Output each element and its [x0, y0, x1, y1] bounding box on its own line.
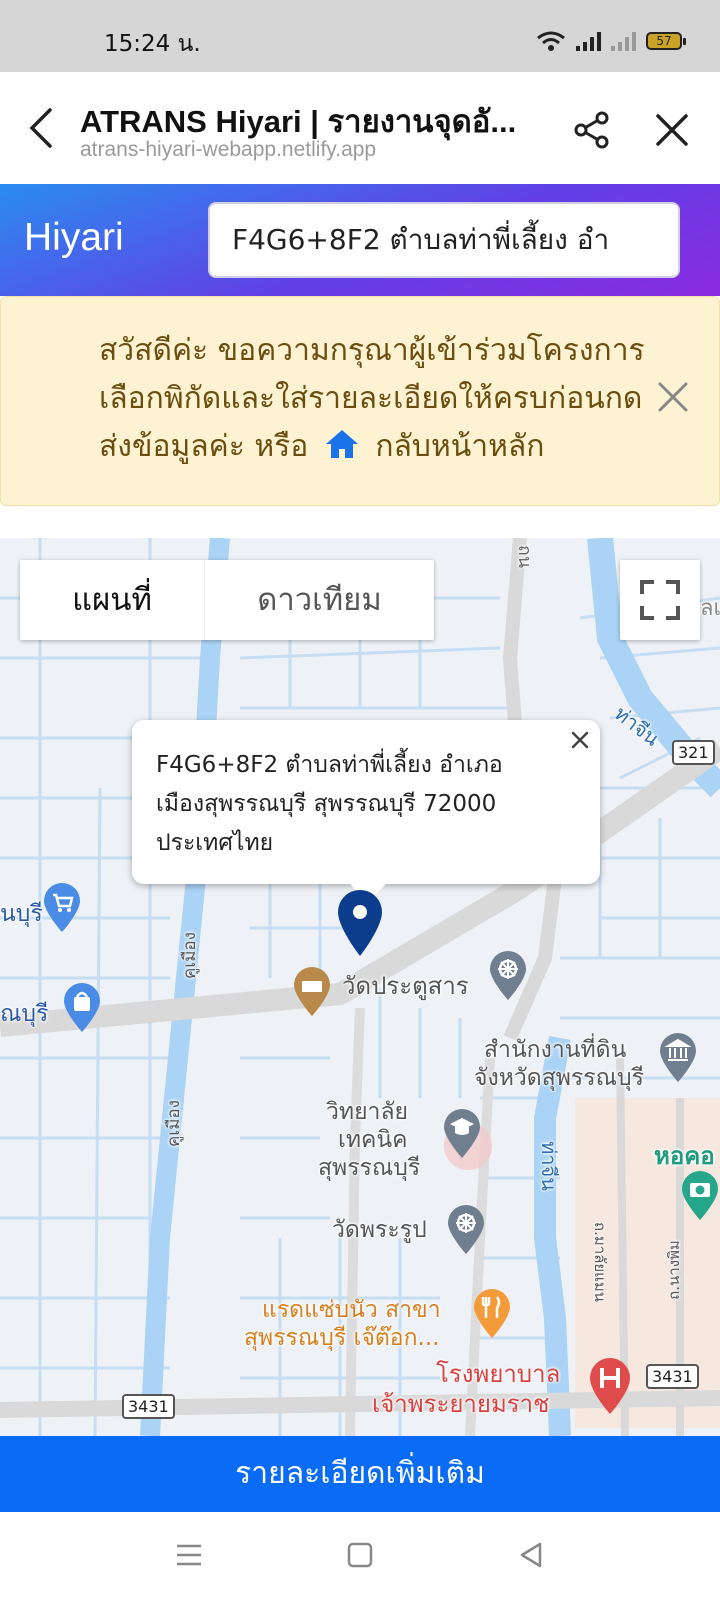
alert-message: สวัสดีค่ะ ขอความกรุณาผู้เข้าร่วมโครงการ …	[99, 327, 659, 471]
restaurant-pin-icon[interactable]	[472, 1288, 512, 1340]
map-label-khu-mueang-1: คูเมือง	[179, 932, 200, 979]
map-label-khu-mueang-2: คูเมือง	[163, 1100, 184, 1147]
info-window-close-icon[interactable]	[568, 728, 592, 752]
map-label-wat-pratu-san[interactable]: วัดประตูสาร	[342, 966, 469, 1005]
school-pin-icon[interactable]	[438, 1102, 498, 1172]
info-alert: สวัสดีค่ะ ขอความกรุณาผู้เข้าร่วมโครงการ …	[0, 296, 720, 506]
system-nav-bar	[0, 1512, 720, 1600]
map-label-wat-phra-rup[interactable]: วัดพระรูป	[332, 1212, 427, 1248]
alert-line-1: สวัสดีค่ะ ขอความกรุณาผู้เข้าร่วมโครงการ	[99, 333, 645, 368]
info-line-1: F4G6+8F2 ตำบลท่าพี่เลี้ยง อำเภอ	[156, 752, 503, 778]
wifi-icon	[537, 31, 565, 51]
shopping-cart-pin-icon[interactable]	[42, 882, 82, 934]
map-label-restaurant-2[interactable]: สุพรรณบุรี เจ๊ต๊อก...	[244, 1320, 439, 1356]
map-view[interactable]: แผนที่ ดาวเทียม ถน ลเ ท่าจีน ท่าจีน คูเม…	[0, 538, 720, 1436]
back-icon[interactable]	[22, 106, 62, 150]
share-icon[interactable]	[572, 110, 612, 150]
map-label-road-top: ถน	[514, 544, 536, 569]
menu-icon[interactable]	[172, 1538, 206, 1572]
map-label-tech-college-3[interactable]: สุพรรณบุรี	[318, 1150, 420, 1186]
fullscreen-icon[interactable]	[620, 560, 700, 640]
shopping-bag-pin-icon[interactable]	[62, 982, 102, 1034]
route-3431-shield-left: 3431	[122, 1394, 175, 1419]
map-label-street-1: ถ.มาลัยแมน	[590, 1222, 609, 1302]
temple-pin-icon-2[interactable]	[446, 1204, 486, 1256]
map-label-street-2: ถ.นางพิม	[664, 1240, 683, 1300]
battery-icon: 57	[646, 32, 686, 50]
map-type-control: แผนที่ ดาวเทียม	[20, 560, 434, 640]
camera-pin-icon[interactable]	[680, 1170, 720, 1222]
search-input[interactable]: F4G6+8F2 ตำบลท่าพี่เลี้ยง อำ	[208, 202, 680, 278]
map-type-satellite-button[interactable]: ดาวเทียม	[204, 560, 434, 640]
status-time: 15:24 น.	[104, 31, 201, 57]
more-details-button[interactable]: รายละเอียดเพิ่มเติม	[0, 1436, 720, 1512]
home-square-icon[interactable]	[343, 1538, 377, 1572]
hospital-pin-icon[interactable]	[588, 1356, 632, 1416]
hotel-pin-icon[interactable]	[292, 966, 332, 1018]
info-window-address: F4G6+8F2 ตำบลท่าพี่เลี้ยง อำเภอ เมืองสุพ…	[156, 746, 576, 863]
back-triangle-icon[interactable]	[514, 1538, 548, 1572]
map-info-window: F4G6+8F2 ตำบลท่าพี่เลี้ยง อำเภอ เมืองสุพ…	[132, 720, 600, 902]
status-icons: 57	[536, 30, 686, 52]
browser-toolbar: ATRANS Hiyari | รายงานจุดอั... atrans-hi…	[0, 72, 720, 184]
status-bar: 15:24 น. 57	[0, 0, 720, 72]
home-icon[interactable]	[324, 428, 360, 460]
map-label-partial-buri-2: ณบุรี	[0, 1001, 49, 1027]
brand-logo[interactable]: Hiyari	[24, 216, 124, 260]
map-label-tha-chin-2: ท่าจีน	[536, 1141, 561, 1191]
signal-no-service-icon	[611, 31, 636, 51]
route-3431-shield-right: 3431	[646, 1364, 699, 1389]
info-line-3: ประเทศไทย	[156, 830, 274, 856]
alert-line-3: ส่งข้อมูลค่ะ หรือ	[99, 429, 309, 464]
route-321-shield: 321	[672, 740, 715, 765]
map-label-partial-right: ลเ	[700, 596, 720, 621]
alert-close-icon[interactable]	[657, 381, 689, 413]
map-label-land-office-2[interactable]: จังหวัดสุพรรณบุรี	[474, 1060, 644, 1096]
government-pin-icon[interactable]	[658, 1032, 698, 1084]
home-link[interactable]: กลับหน้าหลัก	[375, 429, 544, 464]
page-url[interactable]: atrans-hiyari-webapp.netlify.app	[80, 138, 376, 162]
close-icon[interactable]	[652, 110, 692, 150]
map-type-map-button[interactable]: แผนที่	[20, 560, 204, 640]
signal-icon	[576, 31, 601, 51]
map-label-partial-buri-1: นบุรี	[0, 901, 43, 927]
khu-mueang-canal	[140, 538, 230, 1436]
map-label-hospital-2[interactable]: เจ้าพระยายมราช	[372, 1384, 549, 1423]
location-marker-icon[interactable]	[336, 888, 384, 960]
temple-pin-icon[interactable]	[488, 950, 528, 1002]
app-header: Hiyari F4G6+8F2 ตำบลท่าพี่เลี้ยง อำ	[0, 184, 720, 296]
info-line-2: เมืองสุพรรณบุรี สุพรรณบุรี 72000	[156, 791, 497, 817]
alert-line-2: เลือกพิกัดและใส่รายละเอียดให้ครบก่อนกด	[99, 381, 643, 416]
